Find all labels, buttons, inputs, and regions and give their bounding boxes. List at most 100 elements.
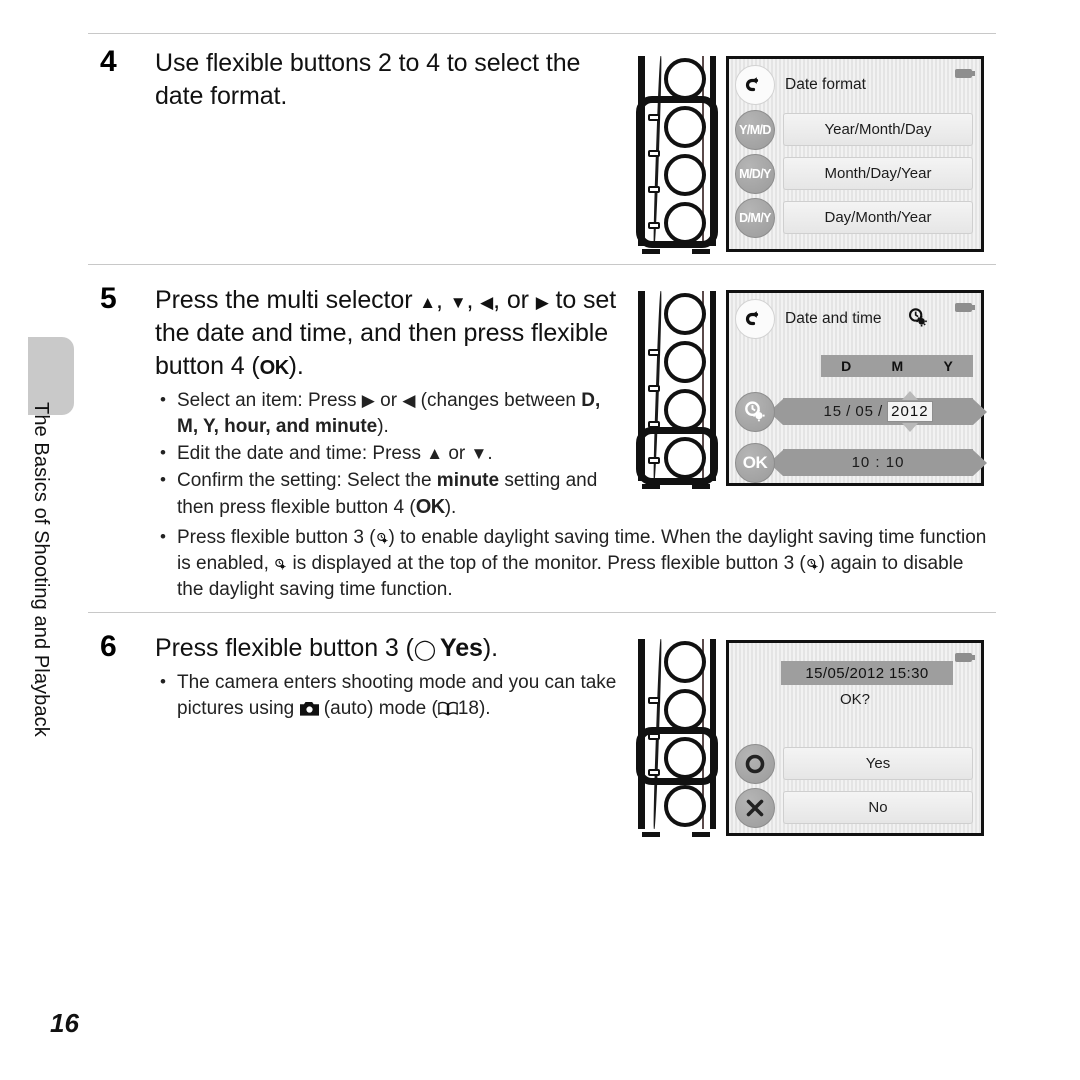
bullet-edit-datetime: Edit the date and time: Press ▲ or ▼.	[155, 440, 625, 467]
column-header-d: D	[841, 358, 852, 374]
step-5-head-a: Press the multi selector	[155, 286, 420, 314]
b1-b: or	[374, 390, 403, 411]
date-sep-2: /	[878, 403, 884, 420]
mdy-badge: M/D/Y	[735, 153, 775, 194]
flexible-button-1	[664, 293, 706, 335]
b3-c: ).	[444, 497, 457, 518]
date-and-time-title: Date and time	[785, 310, 882, 327]
step-6-head-a: Press flexible button 3 (	[155, 634, 414, 662]
column-header-m: M	[891, 358, 904, 374]
time-right-arrow-icon[interactable]	[973, 449, 987, 476]
divider-top	[88, 33, 996, 34]
year-up-chevron-icon[interactable]	[901, 391, 918, 400]
b3-bold: minute	[436, 470, 500, 491]
daylight-saving-button[interactable]	[735, 391, 775, 432]
date-right-arrow-icon[interactable]	[973, 398, 987, 425]
daylight-saving-icon	[376, 527, 389, 548]
dmy-label: Day/Month/Year	[783, 201, 973, 234]
circle-icon	[735, 743, 775, 784]
step-4-number: 4	[100, 45, 117, 78]
date-format-option-dmy[interactable]: D/M/Y Day/Month/Year	[735, 197, 973, 238]
dmy-column-headers: D M Y	[821, 355, 973, 377]
date-format-option-mdy[interactable]: M/D/Y Month/Day/Year	[735, 153, 973, 194]
step-6-number: 6	[100, 630, 117, 663]
camera-illustration-step-6	[636, 635, 724, 837]
flexible-button-2	[664, 341, 706, 383]
date-year-value[interactable]: 2012	[887, 401, 933, 422]
highlight-buttons-2-to-4	[636, 96, 718, 248]
down-arrow-icon: ▼	[470, 444, 488, 463]
camera-foot-right	[692, 249, 710, 254]
up-arrow-icon: ▲	[419, 293, 436, 312]
ymd-badge: Y/M/D	[735, 109, 775, 150]
date-row[interactable]: 15 / 05 / 2012	[735, 391, 987, 432]
date-month-value[interactable]: 05	[855, 403, 874, 420]
back-arrow-icon[interactable]	[735, 299, 775, 339]
date-sep-1: /	[846, 403, 852, 420]
daylight-saving-icon	[907, 307, 929, 334]
b1-a: Select an item: Press	[177, 390, 362, 411]
confirm-option-no[interactable]: No	[735, 787, 973, 828]
book-icon	[438, 698, 458, 724]
b6-c: ).	[478, 698, 491, 719]
left-arrow-icon: ◀	[402, 391, 416, 410]
down-arrow-icon: ▼	[449, 293, 467, 312]
date-format-option-ymd[interactable]: Y/M/D Year/Month/Day	[735, 109, 973, 150]
bullet-shooting-mode: The camera enters shooting mode and you …	[155, 669, 625, 724]
camera-nub-2	[648, 385, 660, 392]
daylight-saving-icon	[274, 553, 287, 574]
step-5-head-c: ,	[466, 286, 481, 314]
confirm-datetime-screen: 15/05/2012 15:30 OK? Yes No	[726, 640, 984, 836]
right-arrow-icon: ▶	[535, 293, 549, 312]
flexible-button-1	[664, 58, 706, 100]
step-5-heading: Press the multi selector ▲, ▼, ◀, or ▶ t…	[155, 284, 625, 385]
b2-a: Edit the date and time: Press	[177, 443, 427, 464]
camera-foot-left	[642, 832, 660, 837]
screen-title-row: Date and time	[735, 299, 973, 339]
step-5-bullet-daylight: Press flexible button 3 () to enable day…	[155, 524, 995, 604]
confirm-option-yes[interactable]: Yes	[735, 743, 973, 784]
b3-a: Confirm the setting: Select the	[177, 470, 437, 491]
step-5-head-b: ,	[436, 286, 450, 314]
divider-step6	[88, 612, 996, 613]
b1-d: ).	[377, 416, 389, 437]
bullet-confirm-setting: Confirm the setting: Select the minute s…	[155, 467, 625, 521]
flexible-button-2	[664, 689, 706, 731]
time-value-bar: 10 : 10	[769, 449, 987, 476]
camera-nub-1	[648, 349, 660, 356]
b1-c: (changes between	[415, 390, 582, 411]
time-value[interactable]: 10 : 10	[852, 454, 905, 471]
camera-illustration-step-5	[636, 287, 724, 489]
ok-button-badge[interactable]: OK	[735, 442, 775, 483]
date-format-screen: Date format Y/M/D Year/Month/Day M/D/Y M…	[726, 56, 984, 252]
b2-c: .	[487, 443, 493, 464]
step-6-bullets: The camera enters shooting mode and you …	[155, 669, 625, 725]
b6-b: (auto) mode (	[318, 698, 438, 719]
daylight-saving-icon	[806, 553, 819, 574]
step-6-yes-label: Yes	[440, 634, 483, 662]
time-row[interactable]: OK 10 : 10	[735, 442, 987, 483]
back-arrow-icon[interactable]	[735, 65, 775, 105]
yes-label: Yes	[783, 747, 973, 780]
camera-foot-left	[642, 249, 660, 254]
circle-icon: ◯	[413, 639, 437, 661]
page-reference: 18	[457, 698, 479, 719]
step-5-head-d: , or	[493, 286, 536, 314]
dmy-badge: D/M/Y	[735, 197, 775, 238]
date-format-title: Date format	[785, 76, 866, 93]
confirm-timestamp: 15/05/2012 15:30	[781, 661, 953, 685]
camera-foot-right	[692, 832, 710, 837]
ok-glyph: OK	[259, 357, 290, 379]
b2-b: or	[443, 443, 471, 464]
highlight-button-4	[636, 427, 718, 485]
left-arrow-icon: ◀	[480, 293, 494, 312]
ok-glyph: OK	[415, 496, 446, 518]
ymd-label: Year/Month/Day	[783, 113, 973, 146]
year-down-chevron-icon[interactable]	[901, 423, 918, 432]
date-and-time-screen: Date and time D M Y 15 / 05 / 2012 OK 10…	[726, 290, 987, 486]
screen-title-row: Date format	[735, 65, 973, 105]
flexible-button-3	[664, 389, 706, 431]
date-day-value[interactable]: 15	[823, 403, 842, 420]
flexible-button-4	[664, 785, 706, 827]
bullet-select-item: Select an item: Press ▶ or ◀ (changes be…	[155, 387, 625, 440]
